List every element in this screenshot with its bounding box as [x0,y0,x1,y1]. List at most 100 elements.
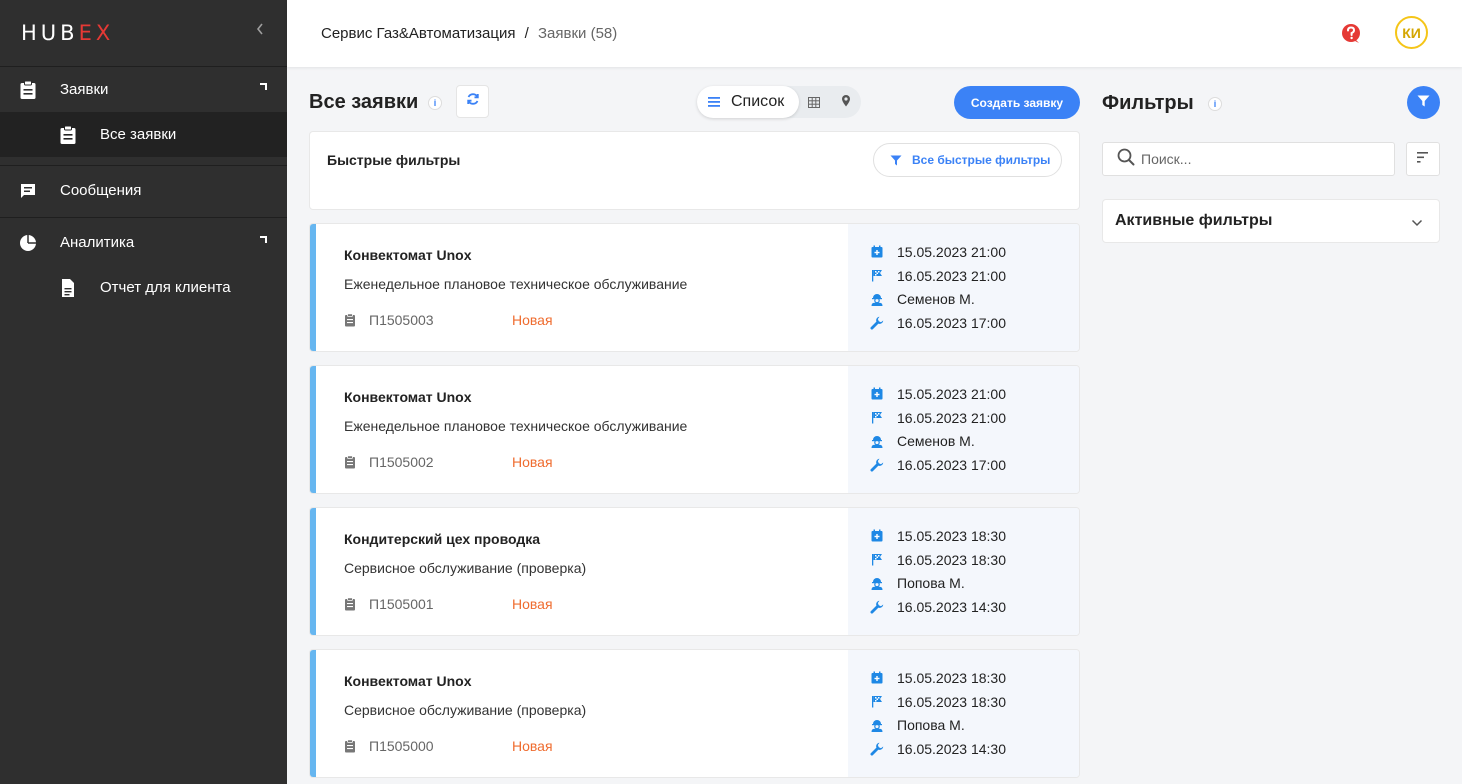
request-card[interactable]: Конвектомат Unox Сервисное обслуживание … [309,649,1080,778]
request-card[interactable]: Конвектомат Unox Еженедельное плановое т… [309,223,1080,352]
request-id-text: П1505000 [369,738,434,754]
calendar-plus-icon [870,245,884,258]
request-title: Кондитерский цех проводка [344,531,541,547]
expand-caret-icon [260,83,267,90]
request-card[interactable]: Кондитерский цех проводка Сервисное обсл… [309,507,1080,636]
request-description: Еженедельное плановое техническое обслуж… [344,276,688,292]
info-icon[interactable]: i [1208,97,1222,111]
wrench-icon [870,458,884,472]
sidebar-item-messages[interactable]: Сообщения [0,168,287,213]
sidebar-item-label: Отчет для клиента [100,279,231,296]
sidebar-item-label: Аналитика [60,234,135,251]
request-card[interactable]: Конвектомат Unox Еженедельное плановое т… [309,365,1080,494]
request-title: Конвектомат Unox [344,673,472,689]
status-badge: Новая [512,312,553,328]
card-accent-bar [310,224,316,351]
list-icon [708,97,720,107]
active-filters-label: Активные фильтры [1115,212,1273,229]
filter-icon [1417,94,1430,112]
request-description: Сервисное обслуживание (проверка) [344,560,587,576]
sort-icon [1417,150,1429,168]
meta-engineer: Семенов М. [870,287,1079,311]
request-id: П1505000 [344,738,434,754]
meta-deadline: 16.05.2023 21:00 [870,406,1079,430]
clipboard-icon [344,597,356,611]
sidebar-item-label: Сообщения [60,182,142,199]
request-meta: 15.05.2023 21:00 16.05.2023 21:00 Семено… [848,366,1079,493]
divider [0,217,287,218]
clipboard-icon [18,80,38,100]
calendar-plus-icon [870,529,884,542]
document-icon [58,278,78,298]
sidebar-item-client-report[interactable]: Отчет для клиента [0,265,287,310]
quick-filters-title: Быстрые фильтры [327,152,461,168]
user-avatar[interactable]: КИ [1395,16,1428,49]
engineer-name: Семенов М. [897,433,975,450]
expand-caret-icon [260,236,267,243]
engineer-icon [870,435,884,448]
created-datetime: 15.05.2023 21:00 [897,385,1006,402]
filter-button[interactable] [1407,86,1440,119]
sidebar-item-requests[interactable]: Заявки [0,67,287,112]
clipboard-icon [344,455,356,469]
active-filters-dropdown[interactable]: Активные фильтры [1102,199,1440,243]
list-header: Все заявки i Список Создать заявку [309,85,1080,119]
request-id-text: П1505003 [369,312,434,328]
request-id: П1505002 [344,454,434,470]
search-icon [1117,148,1135,171]
all-quick-filters-label: Все быстрые фильтры [912,153,1051,167]
breadcrumb: Сервис Газ&Автоматизация / Заявки (58) [321,25,617,42]
engineer-name: Семенов М. [897,291,975,308]
clipboard-icon [58,125,78,145]
clipboard-icon [344,739,356,753]
page-title: Все заявки [309,91,419,113]
breadcrumb-company[interactable]: Сервис Газ&Автоматизация [321,25,515,42]
created-datetime: 15.05.2023 18:30 [897,669,1006,686]
table-view-icon[interactable] [808,95,820,113]
all-quick-filters-button[interactable]: Все быстрые фильтры [873,143,1062,177]
card-accent-bar [310,366,316,493]
meta-created: 15.05.2023 18:30 [870,666,1079,690]
refresh-button[interactable] [456,85,489,118]
filter-icon [890,155,902,166]
refresh-icon [466,92,480,111]
map-pin-icon[interactable] [841,94,851,112]
request-meta: 15.05.2023 18:30 16.05.2023 18:30 Попова… [848,508,1079,635]
sort-button[interactable] [1406,142,1440,176]
request-description: Еженедельное плановое техническое обслуж… [344,418,688,434]
request-id: П1505003 [344,312,434,328]
requests-main: Все заявки i Список Создать заявку Быстр… [309,85,1080,778]
sidebar-item-all-requests[interactable]: Все заявки [0,112,287,157]
hubex-logo[interactable]: HUBEX [21,21,114,45]
request-id-text: П1505001 [369,596,434,612]
sidebar: HUBEX Заявки Все заявки Сообщения Аналит… [0,0,287,784]
engineer-icon [870,293,884,306]
finish-flag-icon [870,269,884,282]
meta-deadline: 16.05.2023 18:30 [870,690,1079,714]
card-accent-bar [310,650,316,777]
chevron-down-icon [1411,214,1423,232]
meta-work: 16.05.2023 14:30 [870,737,1079,761]
create-request-button[interactable]: Создать заявку [954,86,1080,119]
search-input[interactable] [1139,150,1379,168]
clipboard-icon [344,313,356,327]
created-datetime: 15.05.2023 21:00 [897,243,1006,260]
status-badge: Новая [512,596,553,612]
sidebar-item-analytics[interactable]: Аналитика [0,220,287,265]
breadcrumb-current: Заявки (58) [537,25,618,42]
calendar-plus-icon [870,387,884,400]
collapse-sidebar-icon[interactable] [255,22,265,41]
view-list-button[interactable]: Список [697,86,799,118]
meta-work: 16.05.2023 17:00 [870,311,1079,335]
work-datetime: 16.05.2023 14:30 [897,598,1006,615]
info-icon[interactable]: i [428,96,442,110]
help-icon[interactable] [1340,22,1362,49]
engineer-icon [870,577,884,590]
filters-title: Фильтры [1102,92,1194,114]
wrench-icon [870,742,884,756]
meta-engineer: Попова М. [870,571,1079,595]
view-list-label: Список [731,93,785,110]
meta-created: 15.05.2023 21:00 [870,382,1079,406]
view-toggle: Список [697,86,861,118]
meta-created: 15.05.2023 18:30 [870,524,1079,548]
